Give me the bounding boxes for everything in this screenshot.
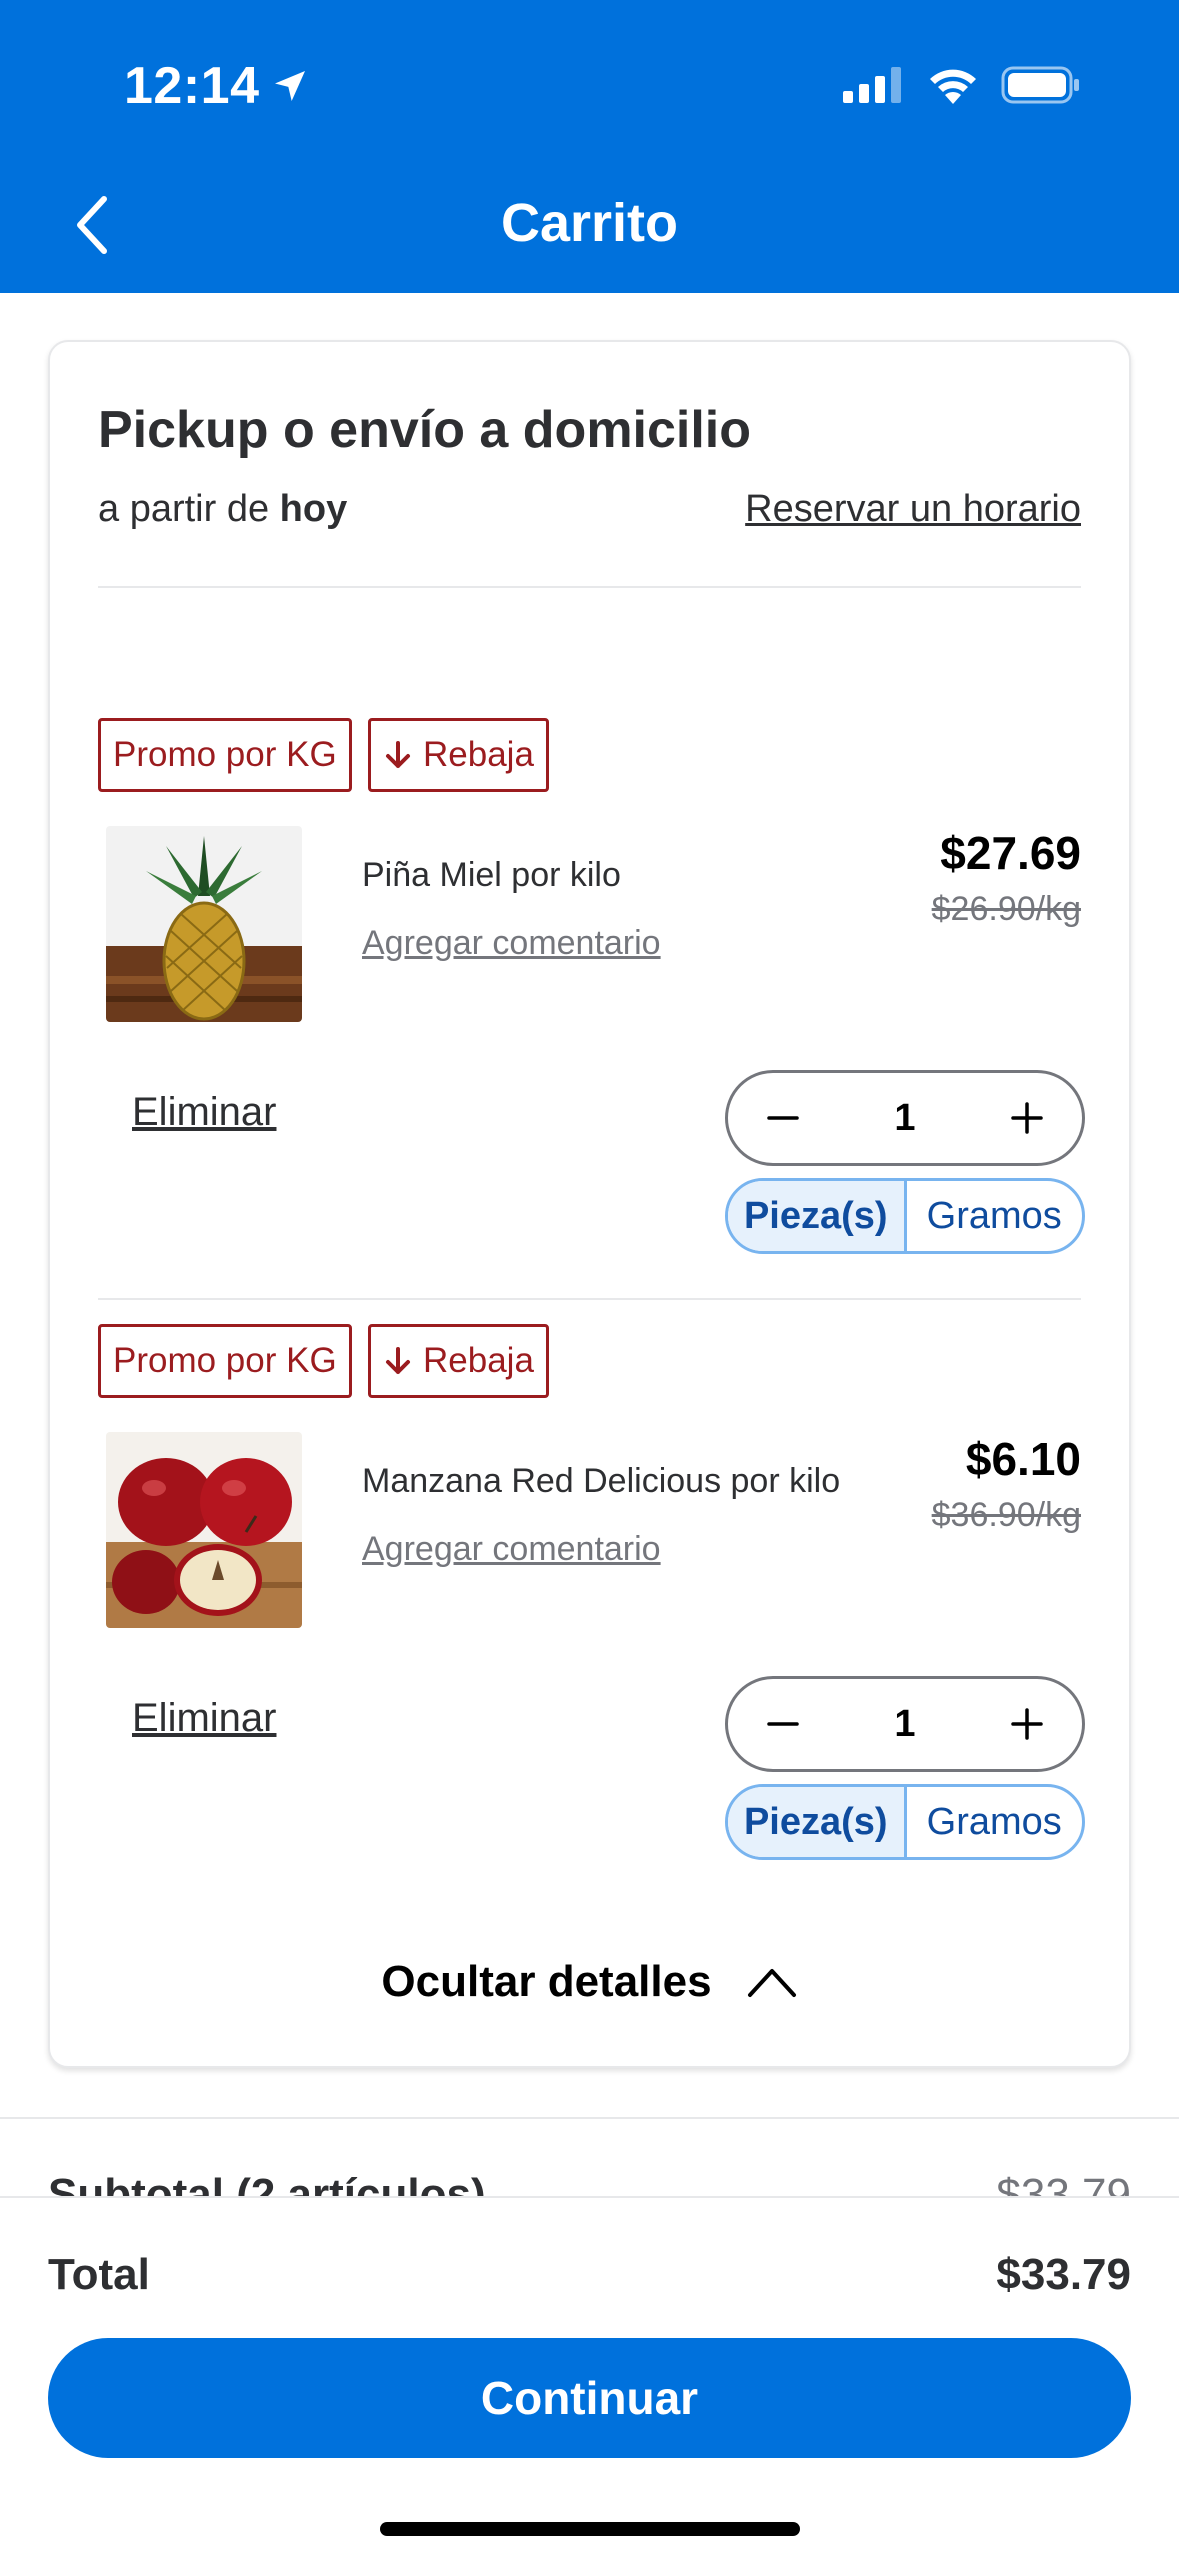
apple-image[interactable] [106,1432,302,1628]
page-title: Carrito [500,193,679,253]
quantity-stepper: 1 [725,1070,1085,1166]
unit-option-grams[interactable]: Gramos [907,1787,1083,1857]
unit-option-pieces[interactable]: Pieza(s) [728,1181,907,1251]
quantity-value: 1 [894,1096,916,1139]
add-comment-link[interactable]: Agregar comentario [362,1530,661,1569]
home-indicator[interactable] [380,2522,800,2536]
increase-quantity-button[interactable] [1002,1699,1052,1749]
fulfillment-title: Pickup o envío a domicilio [98,401,752,459]
promo-badge: Promo por KG [98,718,352,792]
total-value: $33.79 [996,2250,1131,2299]
hide-details-label: Ocultar detalles [381,1957,712,2006]
plus-icon [1011,1102,1043,1134]
location-arrow-icon [274,71,305,101]
decrease-quantity-button[interactable] [758,1093,808,1143]
unit-option-grams[interactable]: Gramos [907,1181,1083,1251]
remove-item-link[interactable]: Eliminar [132,1696,276,1741]
status-time: 12:14 [124,56,310,116]
wifi-icon [930,69,976,104]
unit-toggle: Pieza(s) Gramos [725,1784,1085,1860]
checkout-bar: Total $33.79 Continuar [0,2196,1179,2556]
quantity-value: 1 [894,1702,916,1745]
increase-quantity-button[interactable] [1002,1093,1052,1143]
quantity-stepper: 1 [725,1676,1085,1772]
divider [0,2117,1179,2119]
chevron-up-icon [747,1969,796,1997]
product-original-price: $36.90/kg [931,1496,1081,1534]
sale-badge: Rebaja [368,1324,549,1398]
promo-badge: Promo por KG [98,1324,352,1398]
unit-toggle: Pieza(s) Gramos [725,1178,1085,1254]
pineapple-image[interactable] [106,826,302,1022]
minus-icon [767,1116,799,1120]
divider [98,586,1081,588]
fulfillment-subtitle: a partir de hoy [98,488,347,531]
arrow-down-icon [386,1347,410,1374]
continue-button[interactable]: Continuar [48,2338,1131,2458]
status-icons [843,66,1081,104]
fulfillment-subtitle-prefix: a partir de [98,488,270,530]
add-comment-link[interactable]: Agregar comentario [362,924,661,963]
decrease-quantity-button[interactable] [758,1699,808,1749]
unit-option-pieces[interactable]: Pieza(s) [728,1787,907,1857]
fulfillment-card: Pickup o envío a domicilio a partir de h… [48,340,1131,2068]
minus-icon [767,1722,799,1726]
product-name[interactable]: Piña Miel por kilo [362,856,621,895]
sale-badge-label: Rebaja [423,735,534,774]
app-header: 12:14 Carrito [0,0,1179,293]
fulfillment-subtitle-day: hoy [279,488,348,530]
status-time-text: 12:14 [124,57,260,115]
product-price: $27.69 [940,827,1081,879]
battery-icon [1001,66,1079,104]
reserve-slot-link[interactable]: Reservar un horario [745,488,1081,531]
total-label: Total [48,2250,150,2299]
remove-item-link[interactable]: Eliminar [132,1090,276,1135]
plus-icon [1011,1708,1043,1740]
product-price: $6.10 [965,1433,1081,1485]
sale-badge: Rebaja [368,718,549,792]
hide-details-toggle[interactable]: Ocultar detalles [50,1957,1129,2007]
arrow-down-icon [386,741,410,768]
divider [98,1298,1081,1300]
product-name[interactable]: Manzana Red Delicious por kilo [362,1462,840,1501]
cellular-signal-icon [843,67,901,103]
product-original-price: $26.90/kg [931,890,1081,928]
sale-badge-label: Rebaja [423,1341,534,1380]
